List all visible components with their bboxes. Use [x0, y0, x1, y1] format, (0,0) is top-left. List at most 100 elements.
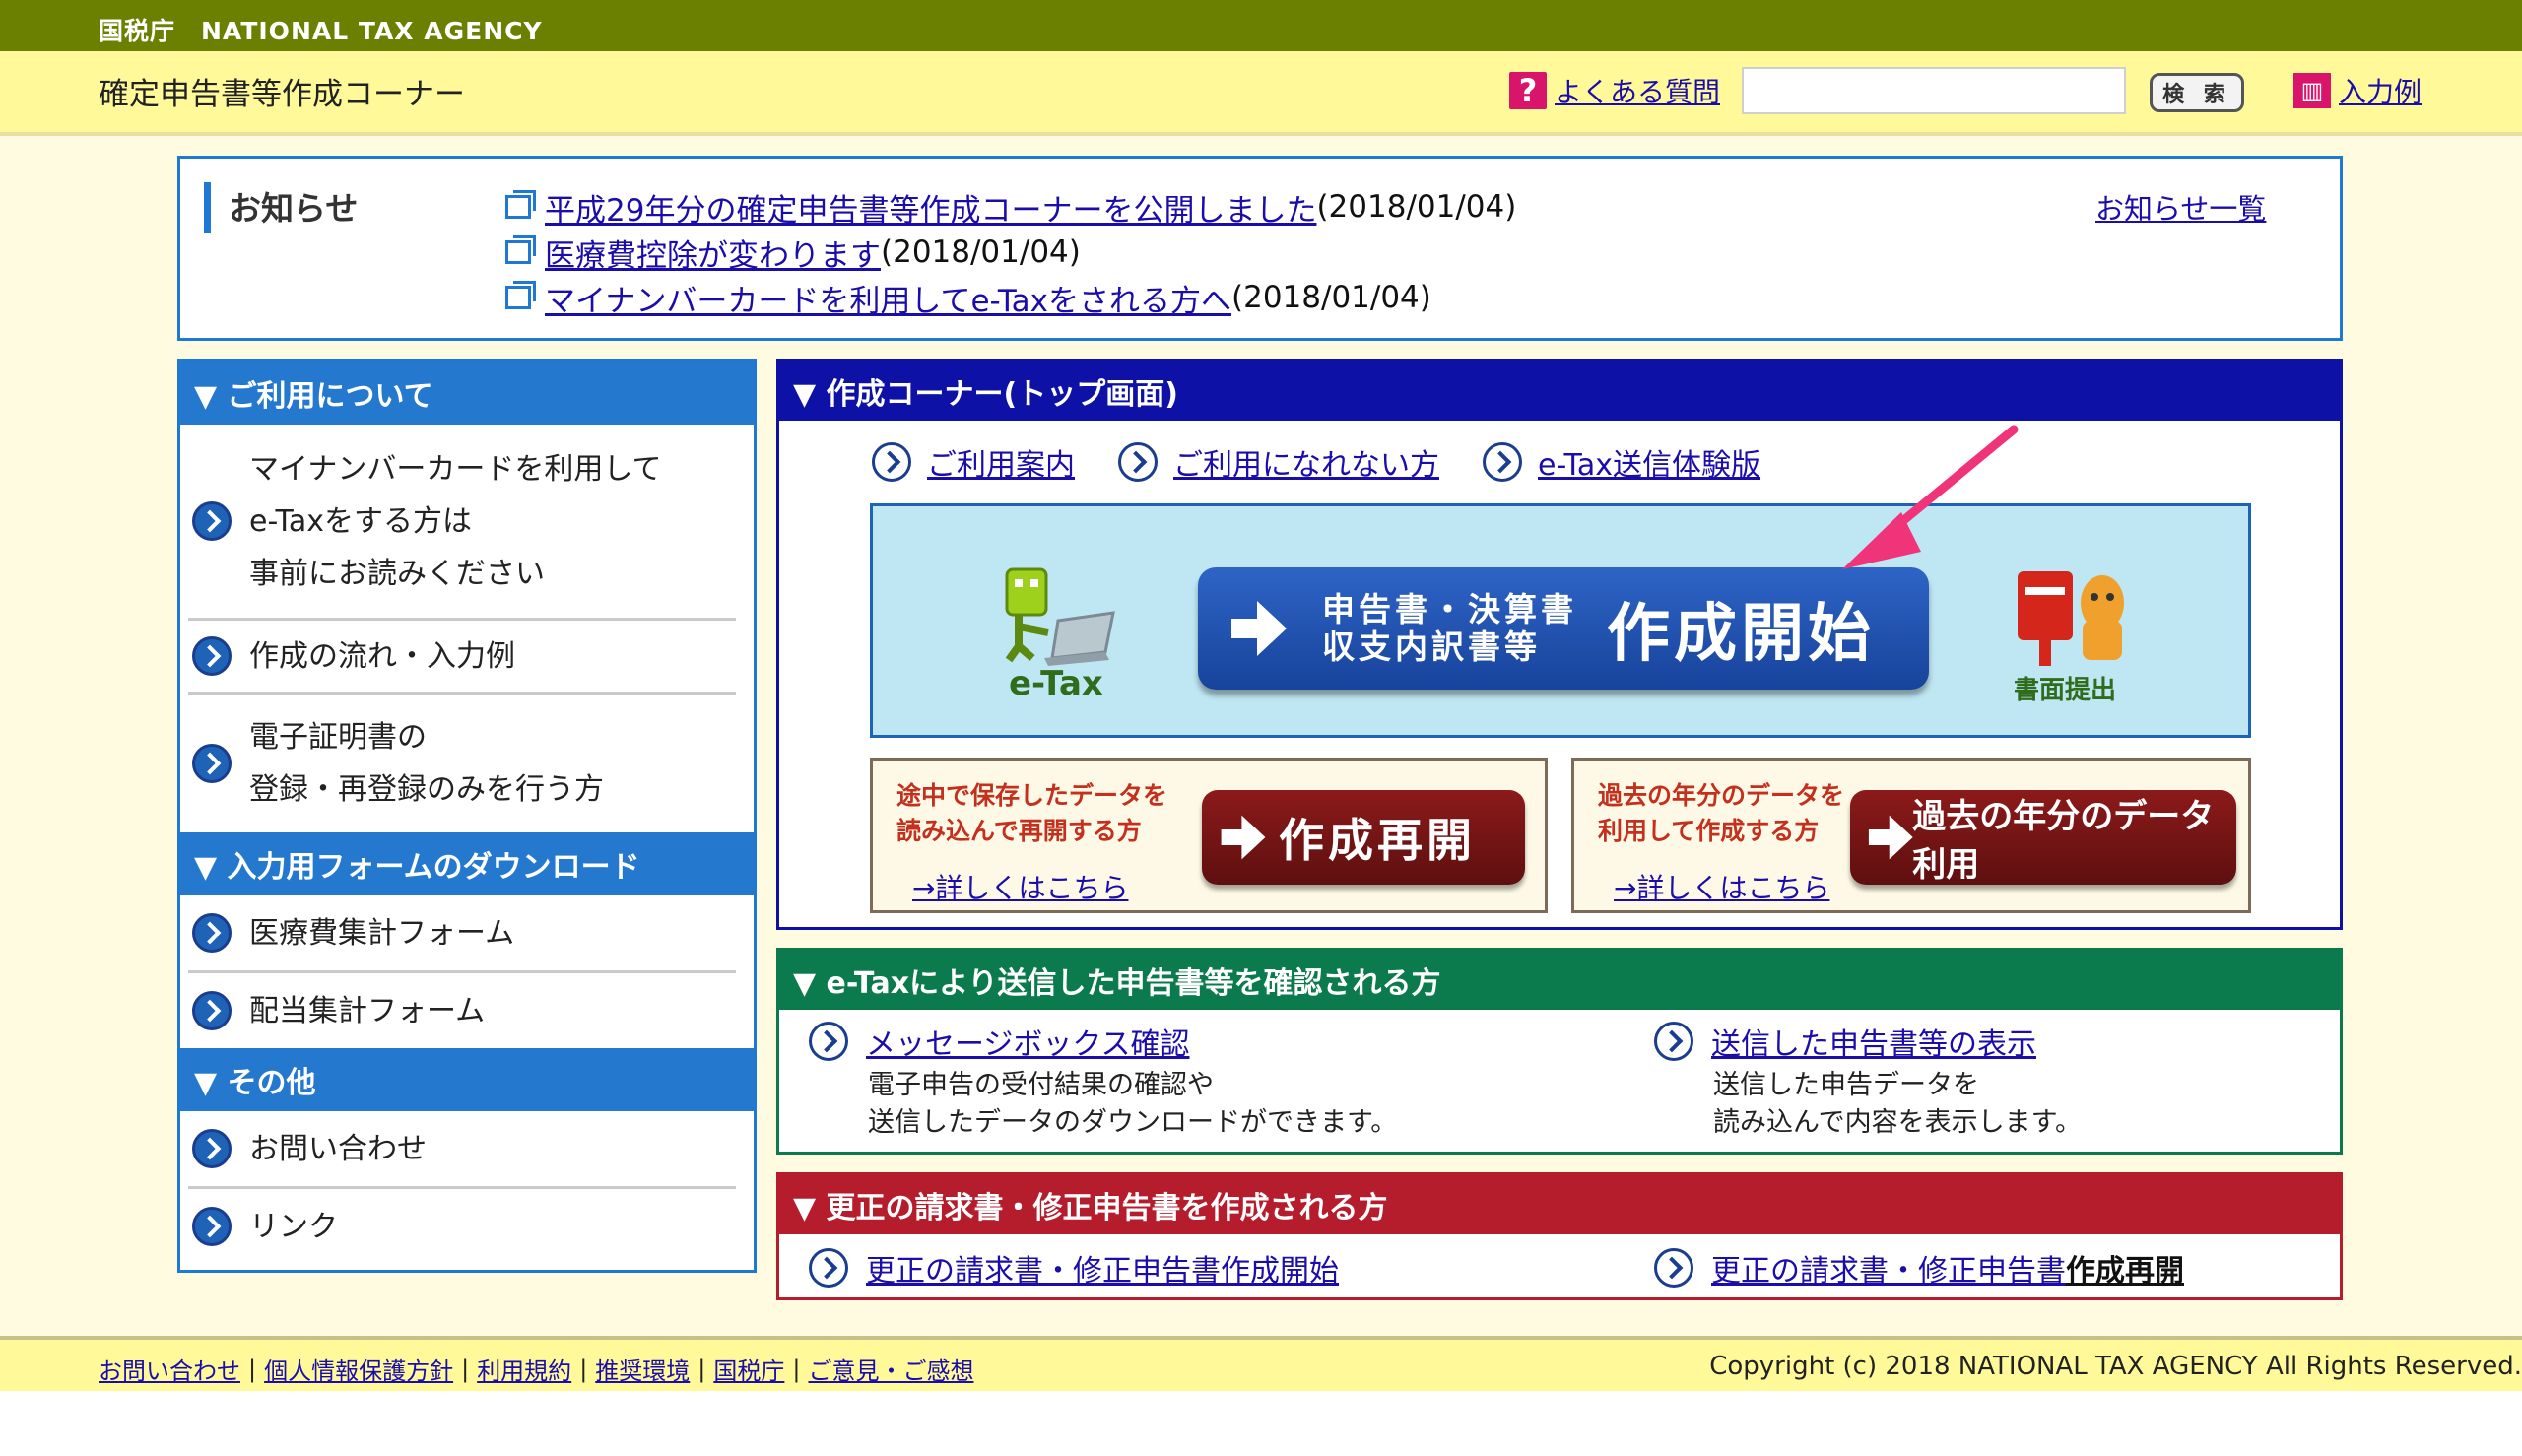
- arrow-circle-icon: [192, 991, 232, 1030]
- arrow-circle-icon: [192, 636, 232, 676]
- faq-label[interactable]: よくある質問: [1555, 71, 1720, 110]
- past-text: 過去の年分のデータを: [1598, 781, 1845, 810]
- footer-link-contact[interactable]: お問い合わせ: [99, 1352, 240, 1386]
- past-text: 利用して作成する方: [1598, 817, 1820, 845]
- footer-link-environment[interactable]: 推奨環境: [595, 1352, 690, 1386]
- sidebar-heading-download: ▼ 入力用フォームのダウンロード: [180, 832, 754, 895]
- sidebar-item-label: 医療費集計フォーム: [249, 915, 515, 951]
- etax-label: e-Tax: [1009, 664, 1103, 703]
- resume-text: 読み込んで再開する方: [896, 817, 1142, 845]
- sidebar: ▼ ご利用について マイナンバーカードを利用して e-Taxをする方は 事前にお…: [177, 359, 757, 1273]
- notice-list: 平成29年分の確定申告書等作成コーナーを公開しました (2018/01/04) …: [505, 184, 1516, 320]
- correction-start[interactable]: 更正の請求書・修正申告書作成開始: [809, 1246, 1339, 1290]
- past-details-link[interactable]: →詳しくはこちら: [1614, 867, 1829, 906]
- unavailable-link-label[interactable]: ご利用になれない方: [1173, 440, 1439, 484]
- window-icon: [505, 190, 536, 219]
- sidebar-item-links[interactable]: リンク: [188, 1189, 736, 1264]
- notice-date: (2018/01/04): [1316, 189, 1517, 225]
- faq-link[interactable]: ? よくある質問: [1509, 71, 1720, 110]
- sidebar-item-certificate[interactable]: 電子証明書の 登録・再登録のみを行う方: [188, 695, 736, 832]
- arrow-right-icon: [1868, 814, 1913, 861]
- notice-item: 平成29年分の確定申告書等作成コーナーを公開しました (2018/01/04): [505, 184, 1516, 230]
- correction-resume-link[interactable]: 更正の請求書・修正申告書: [1711, 1254, 2066, 1289]
- arrow-circle-icon: [192, 913, 232, 953]
- sidebar-item-medical-form[interactable]: 医療費集計フォーム: [188, 895, 736, 973]
- sent-documents-desc: 読み込んで内容を表示します。: [1713, 1107, 2082, 1138]
- start-small-line: 申告書・決算書: [1322, 590, 1577, 629]
- sidebar-item-label: e-Taxをする方は: [249, 503, 473, 539]
- sidebar-item-label: リンク: [249, 1209, 338, 1244]
- message-box-section: メッセージボックス確認 電子申告の受付結果の確認や 送信したデータのダウンロード…: [809, 1020, 1397, 1142]
- search-input[interactable]: [1742, 67, 2126, 114]
- sidebar-heading-usage: ▼ ご利用について: [180, 362, 754, 425]
- footer-link-nta[interactable]: 国税庁: [713, 1352, 784, 1386]
- sent-documents-link[interactable]: 送信した申告書等の表示: [1711, 1020, 2036, 1063]
- start-small-line: 収支内訳書等: [1322, 628, 1541, 666]
- arrow-circle-icon: [1118, 442, 1158, 482]
- arrow-circle-icon: [809, 1022, 848, 1061]
- arrow-circle-icon: [1483, 442, 1522, 482]
- sidebar-item-label: 配当集計フォーム: [249, 993, 486, 1028]
- page-title: 確定申告書等作成コーナー: [99, 77, 465, 112]
- etax-trial-link-label[interactable]: e-Tax送信体験版: [1538, 440, 1760, 484]
- past-data-button-label: 過去の年分のデータ利用: [1912, 797, 2215, 885]
- arrow-circle-icon: [1654, 1248, 1693, 1288]
- message-box-link[interactable]: メッセージボックス確認: [866, 1020, 1190, 1063]
- notice-item: 医療費控除が変わります (2018/01/04): [505, 230, 1516, 275]
- top-links: ご利用案内 ご利用になれない方 e-Tax送信体験版: [872, 440, 1760, 484]
- start-creation-button[interactable]: 申告書・決算書 収支内訳書等 作成開始: [1198, 567, 1929, 690]
- correction-start-link[interactable]: 更正の請求書・修正申告書作成開始: [866, 1246, 1339, 1290]
- etax-trial-link[interactable]: e-Tax送信体験版: [1483, 440, 1760, 484]
- arrow-right-icon: [1221, 814, 1266, 861]
- panel-heading: ▼ 作成コーナー(トップ画面): [779, 362, 2340, 421]
- footer-link-terms[interactable]: 利用規約: [477, 1352, 571, 1386]
- arrow-circle-icon: [1654, 1022, 1693, 1061]
- arrow-circle-icon: [192, 744, 232, 783]
- correction-resume-suffix[interactable]: 作成再開: [2066, 1254, 2184, 1289]
- footer-links: お問い合わせ | 個人情報保護方針 | 利用規約 | 推奨環境 | 国税庁 | ご意見・ご…: [99, 1352, 973, 1386]
- sidebar-item-contact[interactable]: お問い合わせ: [188, 1111, 736, 1189]
- header: 確定申告書等作成コーナー ? よくある質問 検 索 ▥ 入力例: [0, 51, 2522, 136]
- sidebar-item-label: 登録・再登録のみを行う方: [249, 772, 604, 807]
- notice-link[interactable]: マイナンバーカードを利用してe-Taxをされる方へ: [545, 276, 1231, 320]
- footer-link-feedback[interactable]: ご意見・ご感想: [808, 1352, 973, 1386]
- arrow-circle-icon: [809, 1248, 848, 1288]
- footer-link-privacy[interactable]: 個人情報保護方針: [264, 1352, 453, 1386]
- sidebar-item-label: お問い合わせ: [249, 1131, 427, 1166]
- resume-button[interactable]: 作成再開: [1202, 790, 1525, 885]
- input-example-link[interactable]: ▥ 入力例: [2293, 71, 2422, 110]
- resume-details-link[interactable]: →詳しくはこちら: [912, 867, 1128, 906]
- confirm-panel: ▼ e-Taxにより送信した申告書等を確認される方 メッセージボックス確認 電子…: [776, 948, 2343, 1155]
- unavailable-link[interactable]: ご利用になれない方: [1118, 440, 1439, 484]
- top-bar: 国税庁 NATIONAL TAX AGENCY: [0, 0, 2522, 51]
- question-icon: ?: [1509, 72, 1547, 109]
- input-example-label[interactable]: 入力例: [2339, 71, 2422, 110]
- message-box-desc: 送信したデータのダウンロードができます。: [868, 1107, 1398, 1138]
- sent-documents-desc: 送信した申告データを: [1713, 1070, 1979, 1100]
- resume-box: 途中で保存したデータを 読み込んで再開する方 作成再開 →詳しくはこちら: [870, 758, 1548, 913]
- correction-heading: ▼ 更正の請求書・修正申告書を作成される方: [779, 1175, 2340, 1234]
- arrow-circle-icon: [192, 501, 232, 541]
- window-icon: [505, 235, 536, 264]
- sidebar-item-flow[interactable]: 作成の流れ・入力例: [188, 621, 736, 695]
- notice-heading: お知らせ: [204, 182, 358, 233]
- guide-link-label[interactable]: ご利用案内: [927, 440, 1075, 484]
- sidebar-item-mynumber[interactable]: マイナンバーカードを利用して e-Taxをする方は 事前にお読みください: [188, 425, 736, 621]
- agency-name: 国税庁 NATIONAL TAX AGENCY: [99, 17, 543, 45]
- notice-link[interactable]: 平成29年分の確定申告書等作成コーナーを公開しました: [545, 185, 1316, 230]
- guide-link[interactable]: ご利用案内: [872, 440, 1075, 484]
- window-icon: [505, 281, 536, 309]
- footer: お問い合わせ | 個人情報保護方針 | 利用規約 | 推奨環境 | 国税庁 | ご意見・ご…: [0, 1336, 2522, 1395]
- start-big-label: 作成開始: [1607, 598, 1875, 671]
- sidebar-item-label: マイナンバーカードを利用して: [249, 451, 662, 487]
- notice-all-link[interactable]: お知らせ一覧: [2095, 186, 2266, 228]
- page-bottom: [0, 1391, 2522, 1456]
- search-button[interactable]: 検 索: [2150, 73, 2244, 112]
- past-data-button[interactable]: 過去の年分のデータ利用: [1850, 790, 2236, 885]
- notice-link[interactable]: 医療費控除が変わります: [545, 231, 881, 275]
- sidebar-item-label: 作成の流れ・入力例: [249, 638, 515, 674]
- correction-resume[interactable]: 更正の請求書・修正申告書作成再開: [1654, 1246, 2184, 1290]
- etax-mascot: e-Tax: [979, 562, 1137, 703]
- arrow-right-icon: [1231, 599, 1287, 658]
- sidebar-item-dividend-form[interactable]: 配当集計フォーム: [188, 973, 736, 1048]
